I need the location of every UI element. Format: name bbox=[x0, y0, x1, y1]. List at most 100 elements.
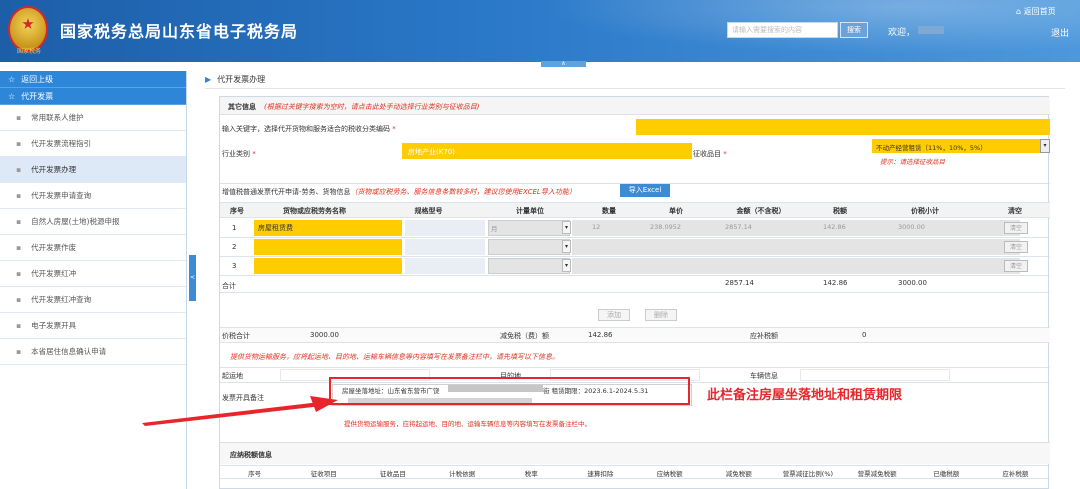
sidebar-item[interactable]: ▪ 代开发票作废 bbox=[0, 235, 186, 261]
clear-row-button[interactable]: 清空 bbox=[1004, 260, 1028, 272]
unit-value: 月 bbox=[491, 225, 498, 233]
sidebar-item[interactable]: ▪ 代开发票红冲 bbox=[0, 261, 186, 287]
sidebar-back[interactable]: ☆ 返回上级 bbox=[0, 71, 186, 88]
emblem-caption: 国家税务 bbox=[16, 48, 41, 55]
tax-col-header: 营票减免税额 bbox=[857, 470, 897, 478]
amount-cells bbox=[572, 220, 1020, 236]
username-redacted bbox=[918, 26, 944, 34]
spec-input[interactable] bbox=[405, 220, 485, 236]
welcome-text: 欢迎， bbox=[888, 28, 916, 38]
goods-col-header: 金额（不含税） bbox=[736, 207, 786, 215]
vehicle-label: 车辆信息 bbox=[750, 372, 778, 380]
search-input[interactable]: 请输入需要搜索的内容 bbox=[727, 22, 838, 38]
unit-select[interactable] bbox=[488, 220, 570, 236]
tax-col-header: 已缴税额 bbox=[933, 470, 960, 478]
tax-col-header: 应纳税额 bbox=[656, 470, 683, 478]
vehicle-input[interactable] bbox=[800, 369, 950, 381]
sum-tax: 142.86 bbox=[823, 279, 848, 287]
goods-name-input[interactable] bbox=[254, 258, 402, 274]
sidebar-item[interactable]: ▪ 电子发票开具 bbox=[0, 313, 186, 339]
chevron-down-icon[interactable]: ▾ bbox=[562, 240, 571, 253]
delete-row-button[interactable]: 删除 bbox=[645, 309, 677, 321]
tax-col-header: 序号 bbox=[248, 470, 262, 478]
tax-col-header: 征收品目 bbox=[379, 470, 406, 478]
sidebar-item-label: 代开发票红冲 bbox=[31, 269, 77, 278]
transport-note: 提供货物运输服务，应将起运地、目的地、运输车辆信息等内容填写在发票备注栏中，请先… bbox=[230, 353, 559, 361]
sidebar-item[interactable]: ▪ 代开发票申请查询 bbox=[0, 183, 186, 209]
clear-row-button[interactable]: 清空 bbox=[1004, 241, 1028, 253]
bullet-icon: ▪ bbox=[16, 347, 22, 356]
site-title: 国家税务总局山东省电子税务局 bbox=[60, 22, 299, 41]
goods-col-header: 货物或应税劳务名称 bbox=[283, 207, 346, 215]
tax-info-header bbox=[220, 442, 1050, 464]
industry-value: 房地产业(K70) bbox=[408, 148, 455, 156]
sidebar-item[interactable]: ▪ 代开发票办理 bbox=[0, 157, 186, 183]
chevron-down-icon[interactable]: ▾ bbox=[562, 221, 571, 234]
sidebar-item-label: 常用联系人维护 bbox=[31, 113, 84, 122]
goods-col-header: 序号 bbox=[230, 207, 244, 215]
tax-item-tip: 提示：请选择征收品目 bbox=[880, 158, 945, 166]
sidebar-group-label: 代开发票 bbox=[21, 92, 54, 101]
tax-col-header: 减免税额 bbox=[725, 470, 752, 478]
unit-select[interactable] bbox=[488, 258, 570, 274]
other-info-hint[interactable]: (根据过关键字搜索为空时，请点击此处手动选择行业类别与征收品目) bbox=[264, 102, 479, 112]
sidebar-item[interactable]: ▪ 自然人房屋(土地)税源申报 bbox=[0, 209, 186, 235]
industry-label-text: 行业类别 bbox=[222, 150, 250, 158]
sidebar-item[interactable]: ▪ 代开发票红冲查询 bbox=[0, 287, 186, 313]
sidebar-toggle-button[interactable]: < bbox=[189, 255, 196, 301]
sidebar-item[interactable]: ▪ 本省居住信息确认申请 bbox=[0, 339, 186, 365]
import-excel-button[interactable]: 导入Excel bbox=[620, 184, 670, 197]
keyword-label-text: 输入关键字，选择代开货物和服务适合的税收分类编码 bbox=[222, 125, 390, 133]
chevron-down-icon[interactable]: ▾ bbox=[1040, 139, 1050, 153]
sidebar-item[interactable]: ▪ 常用联系人维护 bbox=[0, 105, 186, 131]
header-collapse-button[interactable]: ∧ bbox=[541, 61, 586, 67]
total-value: 3000.00 bbox=[898, 223, 925, 231]
main-panel: 其它信息 (根据过关键字搜索为空时，请点击此处手动选择行业类别与征收品目) 输入… bbox=[219, 96, 1050, 489]
totals-row bbox=[220, 327, 1050, 343]
bullet-icon: ▪ bbox=[16, 191, 22, 200]
tax-value: 142.86 bbox=[823, 223, 846, 231]
sidebar-item[interactable]: ▪ 代开发票流程指引 bbox=[0, 131, 186, 157]
remark-highlight-box bbox=[329, 377, 690, 405]
arrow-right-icon: ▶ bbox=[205, 75, 212, 84]
home-link[interactable]: ⌂ 返回首页 bbox=[1016, 6, 1056, 17]
goods-col-header: 税额 bbox=[833, 207, 847, 215]
sidebar-item-label: 代开发票作废 bbox=[31, 243, 77, 252]
tax-col-header: 税率 bbox=[524, 470, 538, 478]
tax-col-header: 速算扣除 bbox=[587, 470, 614, 478]
bullet-icon: ▪ bbox=[16, 295, 22, 304]
amount-cells bbox=[572, 258, 1020, 274]
annotation-arrow bbox=[142, 396, 338, 426]
total-label: 价税合计 bbox=[222, 332, 250, 340]
amount-cells bbox=[572, 239, 1020, 255]
tax-col-header: 应补税额 bbox=[1002, 470, 1029, 478]
star-icon: ☆ bbox=[8, 92, 16, 101]
goods-name-input[interactable] bbox=[254, 239, 402, 255]
spec-input[interactable] bbox=[405, 258, 485, 274]
sidebar-group[interactable]: ☆ 代开发票 bbox=[0, 88, 186, 105]
tax-item-label: 征收品目 * bbox=[693, 149, 727, 159]
add-row-button[interactable]: 添加 bbox=[598, 309, 630, 321]
goods-col-header: 计量单位 bbox=[516, 207, 544, 215]
spec-input[interactable] bbox=[405, 239, 485, 255]
goods-title: 增值税普通发票代开申请-劳务、货物信息（货物或应税劳务、服务信息条数较多时，建议… bbox=[222, 187, 576, 197]
keyword-label: 输入关键字，选择代开货物和服务适合的税收分类编码 * bbox=[222, 124, 396, 134]
bullet-icon: ▪ bbox=[16, 113, 22, 122]
goods-col-header: 清空 bbox=[1008, 207, 1022, 215]
industry-label: 行业类别 * bbox=[222, 149, 256, 159]
tax-col-header: 征收项目 bbox=[310, 470, 337, 478]
logout-link[interactable]: 退出 bbox=[1051, 26, 1069, 39]
bullet-icon: ▪ bbox=[16, 243, 22, 252]
tax-col-header: 营票减征比例(%) bbox=[782, 470, 834, 478]
row-number: 3 bbox=[232, 262, 237, 270]
search-button[interactable]: 搜索 bbox=[840, 22, 868, 38]
goods-col-header: 规格型号 bbox=[414, 207, 443, 215]
reduce-label: 减免税（费）额 bbox=[500, 332, 549, 340]
sidebar-item-label: 自然人房屋(土地)税源申报 bbox=[31, 217, 120, 226]
chevron-down-icon[interactable]: ▾ bbox=[562, 259, 571, 272]
other-info-title: 其它信息 bbox=[228, 103, 256, 111]
qty-value: 12 bbox=[592, 223, 601, 231]
keyword-input[interactable] bbox=[636, 119, 1050, 135]
clear-row-button[interactable]: 清空 bbox=[1004, 222, 1028, 234]
unit-select[interactable] bbox=[488, 239, 570, 255]
